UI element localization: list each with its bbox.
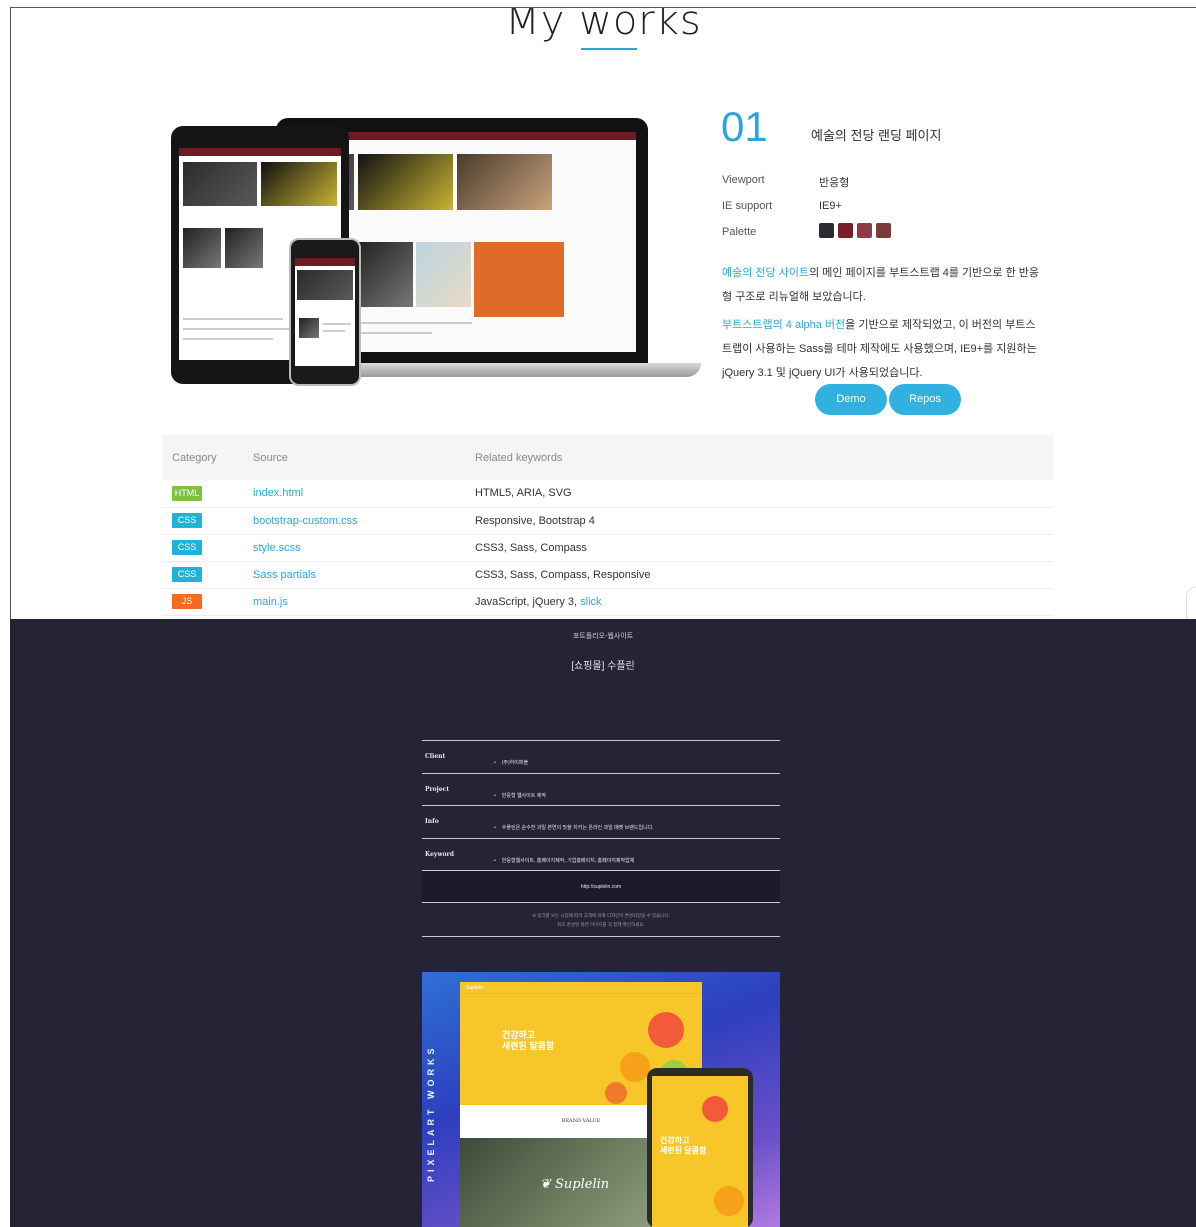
- page: My works 01 예술의 전당 랜딩 페이지 Viewport 반응형 I…: [0, 0, 1196, 1227]
- category-badge: CSS: [172, 540, 202, 555]
- suplelin-logo: ❦ Suplelin: [540, 1177, 610, 1192]
- detail-row-info: Info 수플린은 순수한 과일 본연의 맛을 지키는 온라인 과일 매켓 브랜…: [422, 806, 780, 839]
- vertical-brand-text: PIXELART WORKS: [426, 1044, 436, 1182]
- column-header-category: Category: [162, 435, 243, 480]
- related-keywords: JavaScript, jQuery 3,: [475, 595, 581, 608]
- mobile-preview-headline: 건강하고 세련된 달콤함: [660, 1136, 707, 1155]
- scroll-top-button[interactable]: [1186, 586, 1196, 619]
- category-badge: CSS: [172, 513, 202, 528]
- related-keywords: HTML5, ARIA, SVG: [475, 487, 572, 500]
- category-badge: JS: [172, 594, 202, 609]
- palette-swatch: [876, 223, 891, 238]
- column-header-keywords: Related keywords: [465, 435, 1053, 480]
- project-details-table: Client (주)하이퍼블 Project 반응형 웹사이트 제작 Info …: [422, 740, 780, 871]
- portfolio-showcase-image: PIXELART WORKS Suplelin 건강하고 세련된 달콤함 BRA…: [422, 972, 780, 1227]
- site-link[interactable]: http://suplelin.com: [422, 871, 780, 903]
- table-row: JS main.js JavaScript, jQuery 3, slick: [162, 588, 1053, 616]
- demo-button[interactable]: Demo: [815, 384, 887, 415]
- portfolio-category: 포트폴리오-웹사이트: [572, 633, 634, 640]
- project-description-1: 예술의 전당 사이트의 메인 페이지를 부트스트랩 4를 기반으로 한 반응형 …: [722, 267, 1039, 303]
- works-section: My works 01 예술의 전당 랜딩 페이지 Viewport 반응형 I…: [10, 7, 1196, 619]
- disclaimer-note: ※ 링크를 보는 시점에 따라 고객에 의해 디자인이 변경되었을 수 있습니다…: [422, 905, 780, 937]
- title-underline: [581, 48, 637, 50]
- preview-headline: 건강하고 세련된 달콤함: [502, 1030, 555, 1051]
- table-row: CSS style.scss CSS3, Sass, Compass: [162, 534, 1053, 562]
- table-row: CSS Sass partials CSS3, Sass, Compass, Res…: [162, 561, 1053, 589]
- palette-swatch: [819, 223, 834, 238]
- source-file-link[interactable]: index.html: [253, 487, 303, 499]
- preview-logo: Suplelin: [466, 985, 484, 991]
- related-keywords: CSS3, Sass, Compass, Responsive: [475, 568, 651, 581]
- source-file-link[interactable]: main.js: [253, 596, 288, 608]
- device-mockup-image: [171, 113, 701, 403]
- leaf-icon: ❦: [540, 1177, 556, 1192]
- detail-row-keyword: Keyword 반응형웹사이트, 홈페이지제작, 기업홈페이지, 홈페이지제작업…: [422, 839, 780, 871]
- category-badge: CSS: [172, 567, 202, 582]
- source-file-link[interactable]: style.scss: [253, 542, 301, 554]
- table-row: HTML index.html HTML5, ARIA, SVG: [162, 480, 1053, 508]
- viewport-value: 반응형: [819, 177, 850, 189]
- palette-swatch: [838, 223, 853, 238]
- related-keywords: CSS3, Sass, Compass: [475, 541, 587, 554]
- project-title: 예술의 전당 랜딩 페이지: [811, 128, 942, 143]
- project-number: 01: [721, 103, 768, 150]
- detail-row-client: Client (주)하이퍼블: [422, 741, 780, 774]
- detail-row-project: Project 반응형 웹사이트 제작: [422, 774, 780, 806]
- column-header-source: Source: [243, 435, 465, 480]
- description-highlight-1: 예술의 전당 사이트: [722, 267, 810, 279]
- related-keywords: Responsive, Bootstrap 4: [475, 514, 595, 527]
- project-description-2: 부트스트랩의 4 alpha 버전을 기반으로 제작되었고, 이 버전의 부트스…: [722, 319, 1037, 379]
- keyword-link[interactable]: slick: [580, 596, 601, 608]
- palette-swatch: [857, 223, 872, 238]
- source-files-table: Category Source Related keywords HTML ind…: [162, 435, 1053, 616]
- section-title: My works: [505, 7, 702, 44]
- color-palette: [819, 223, 891, 238]
- ie-support-label: IE support: [722, 200, 773, 212]
- palette-label: Palette: [722, 226, 757, 238]
- table-row: CSS bootstrap-custom.css Responsive, Boots…: [162, 507, 1053, 535]
- source-file-link[interactable]: Sass partials: [253, 569, 316, 581]
- fruit-image: [648, 1012, 684, 1048]
- category-badge: HTML: [172, 485, 202, 501]
- portfolio-title: [쇼핑몰] 수플린: [571, 661, 635, 672]
- description-highlight-2: 부트스트랩의 4 alpha 버전: [722, 319, 846, 331]
- source-file-link[interactable]: bootstrap-custom.css: [253, 515, 358, 527]
- table-header-row: Category Source Related keywords: [162, 435, 1053, 480]
- site-preview-mobile: 건강하고 세련된 달콤함: [647, 1068, 753, 1227]
- phone-mockup: [289, 238, 361, 386]
- ie-support-value: IE9+: [819, 200, 842, 212]
- portfolio-section: 포트폴리오-웹사이트 [쇼핑몰] 수플린 Client (주)하이퍼블 Proj…: [10, 619, 1196, 1227]
- repos-button[interactable]: Repos: [889, 384, 961, 415]
- viewport-label: Viewport: [722, 174, 765, 186]
